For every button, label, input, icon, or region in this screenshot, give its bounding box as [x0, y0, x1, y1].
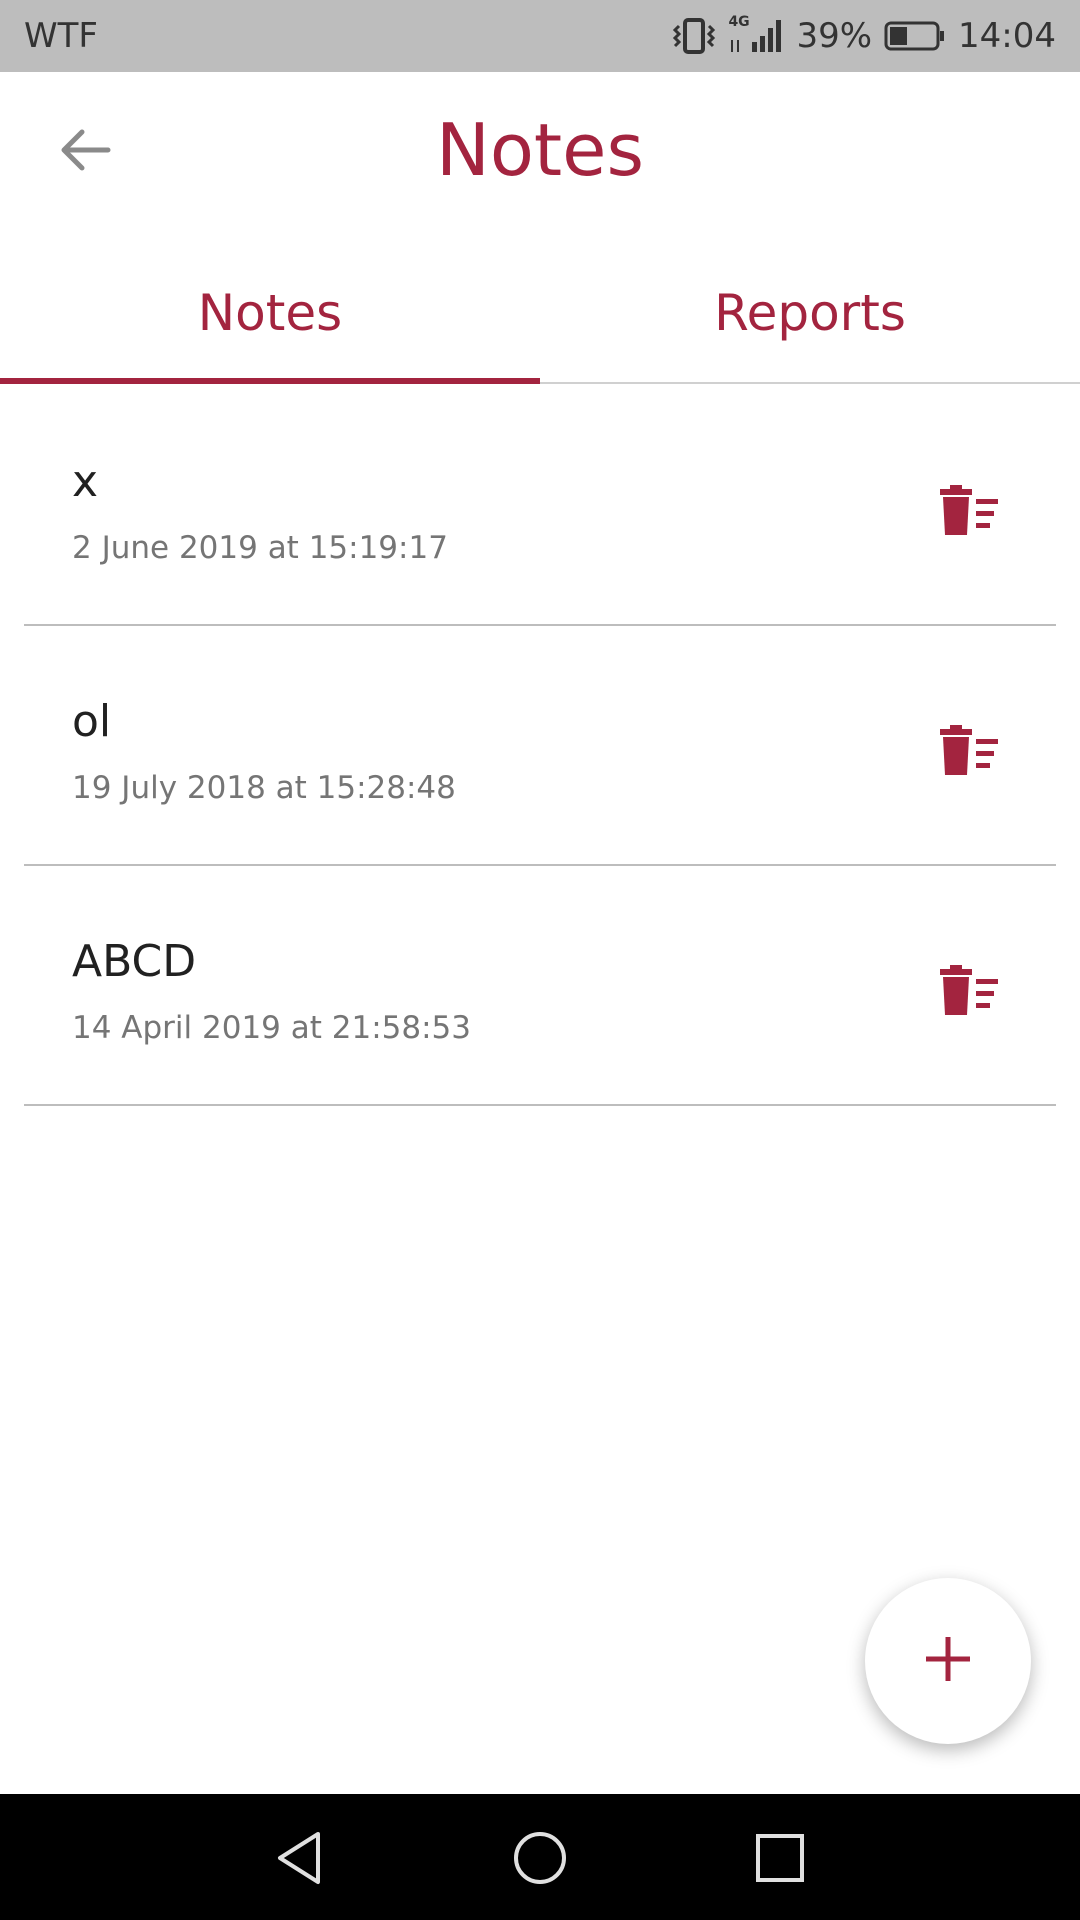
- signal-icon: 4G: [728, 14, 784, 56]
- status-icons: 4G 39% 14:04: [672, 14, 1056, 56]
- square-recents-icon: [748, 1834, 812, 1894]
- note-title: ABCD: [72, 936, 197, 987]
- notes-screen: WTF 4G 39% 14:04 Notes Notes Reports x 2…: [0, 0, 1080, 1920]
- status-bar: WTF 4G 39% 14:04: [0, 0, 1080, 72]
- triangle-back-icon: [268, 1832, 332, 1894]
- circle-home-icon: [508, 1832, 572, 1894]
- add-note-button[interactable]: [865, 1578, 1031, 1744]
- row-divider: [24, 1104, 1056, 1106]
- note-date: 2 June 2019 at 15:19:17: [72, 530, 448, 566]
- app-bar: Notes: [0, 72, 1080, 240]
- tab-bar: Notes Reports: [0, 240, 1080, 386]
- note-title: x: [72, 456, 99, 507]
- delete-note-button[interactable]: [930, 718, 1010, 788]
- carrier-label: WTF: [24, 16, 98, 56]
- tab-notes[interactable]: Notes: [0, 240, 540, 386]
- tab-divider: [540, 382, 1080, 384]
- delete-sweep-icon: [938, 965, 1002, 1021]
- nav-home-button[interactable]: [508, 1826, 572, 1890]
- delete-note-button[interactable]: [930, 478, 1010, 548]
- list-item[interactable]: x 2 June 2019 at 15:19:17: [0, 386, 1080, 626]
- list-item[interactable]: ol 19 July 2018 at 15:28:48: [0, 626, 1080, 866]
- note-date: 14 April 2019 at 21:58:53: [72, 1010, 471, 1046]
- page-title: Notes: [436, 108, 644, 192]
- clock: 14:04: [958, 16, 1056, 56]
- note-date: 19 July 2018 at 15:28:48: [72, 770, 456, 806]
- delete-sweep-icon: [938, 725, 1002, 781]
- delete-sweep-icon: [938, 485, 1002, 541]
- battery-percent: 39%: [796, 16, 873, 56]
- note-title: ol: [72, 696, 112, 747]
- nav-recents-button[interactable]: [748, 1826, 812, 1890]
- vibrate-icon: [672, 16, 716, 56]
- tab-reports[interactable]: Reports: [540, 240, 1080, 386]
- plus-icon: [924, 1635, 972, 1687]
- battery-icon: [884, 20, 946, 52]
- nav-back-button[interactable]: [268, 1826, 332, 1890]
- list-item[interactable]: ABCD 14 April 2019 at 21:58:53: [0, 866, 1080, 1106]
- notes-list: x 2 June 2019 at 15:19:17 ol 19 July 201…: [0, 386, 1080, 1106]
- system-nav-bar: [0, 1794, 1080, 1920]
- delete-note-button[interactable]: [930, 958, 1010, 1028]
- tab-selected-indicator: [0, 378, 540, 384]
